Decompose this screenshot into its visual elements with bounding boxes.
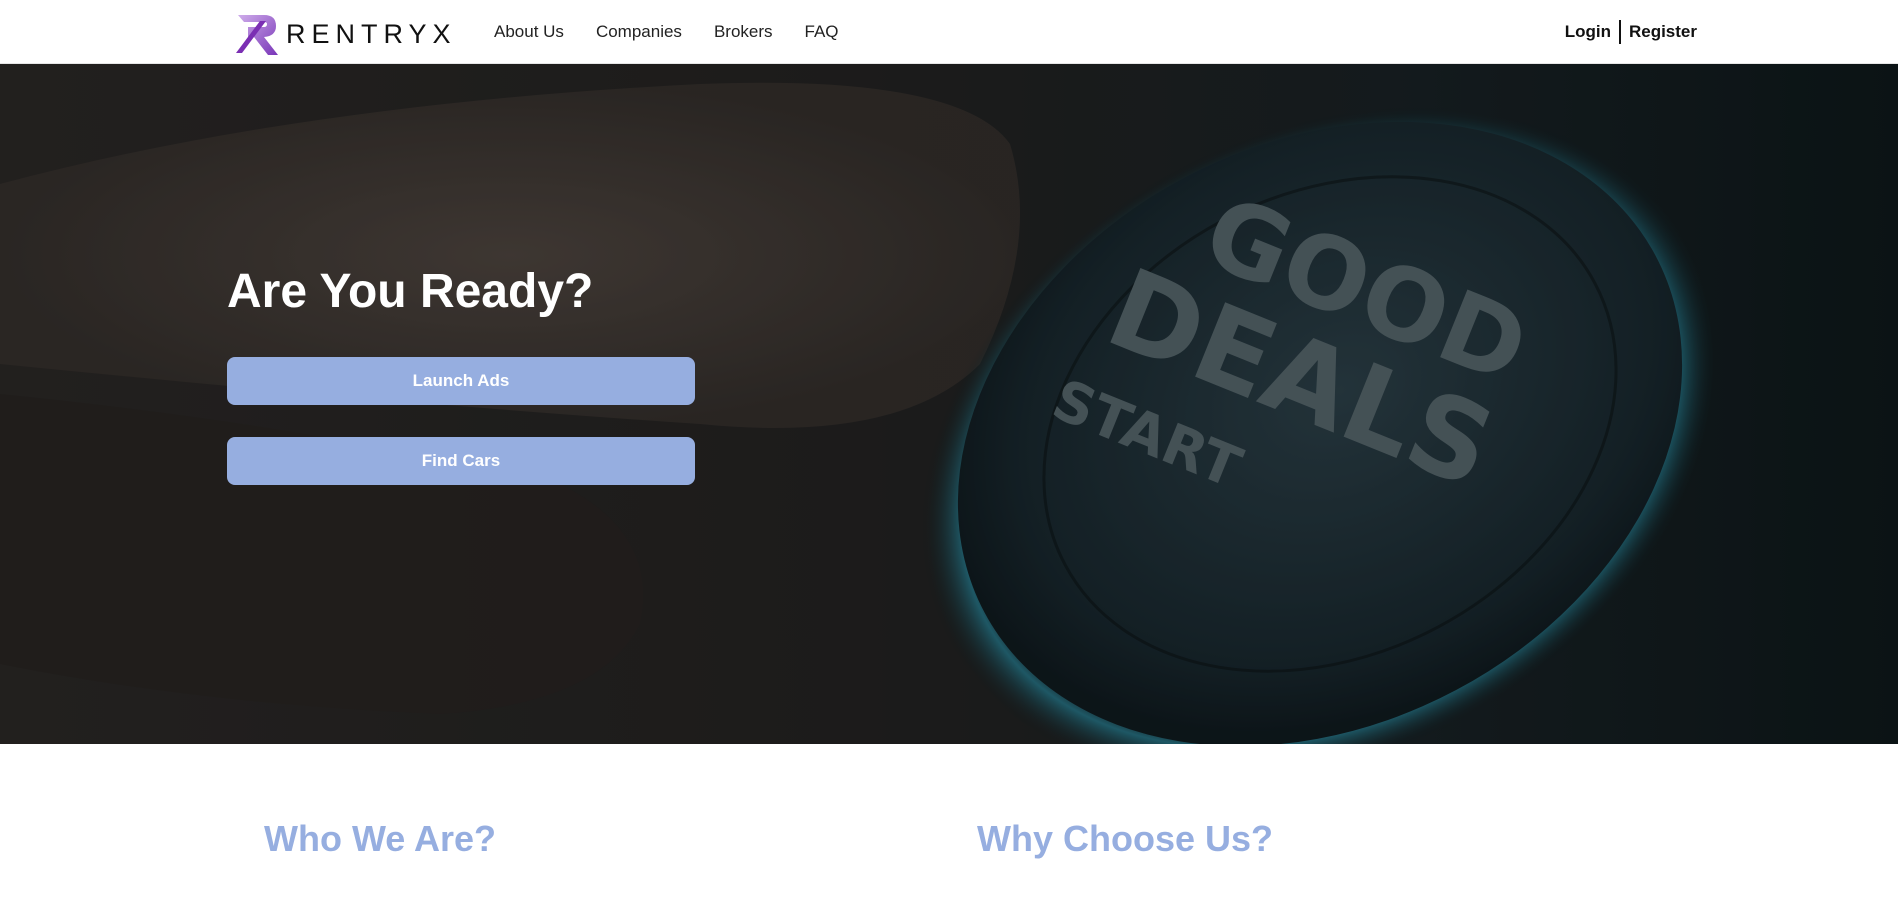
why-choose-us-heading: Why Choose Us? [977,818,1274,859]
launch-ads-button[interactable]: Launch Ads [227,357,695,405]
find-cars-button[interactable]: Find Cars [227,437,695,485]
hero-content: Are You Ready? Launch Ads Find Cars [227,264,695,485]
logo-r-icon [236,15,278,55]
auth-divider [1618,20,1621,44]
nav-item-brokers[interactable]: Brokers [714,22,773,42]
login-link[interactable]: Login [1565,22,1611,42]
who-we-are-heading: Who We Are? [264,818,496,859]
hero-banner: GOOD DEALS START Are You Ready? Launch A… [0,64,1898,744]
nav-item-about-us[interactable]: About Us [494,22,564,42]
nav-item-companies[interactable]: Companies [596,22,682,42]
site-header: RENTRYX About Us Companies Brokers FAQ L… [0,0,1898,64]
main-nav: About Us Companies Brokers FAQ [494,22,839,42]
hero-title: Are You Ready? [227,265,594,318]
register-link[interactable]: Register [1629,22,1697,42]
auth-links: Login Register [1565,20,1697,44]
logo-text: RENTRYX [286,18,457,49]
brand-logo[interactable]: RENTRYX [234,12,457,56]
nav-item-faq[interactable]: FAQ [805,22,839,42]
